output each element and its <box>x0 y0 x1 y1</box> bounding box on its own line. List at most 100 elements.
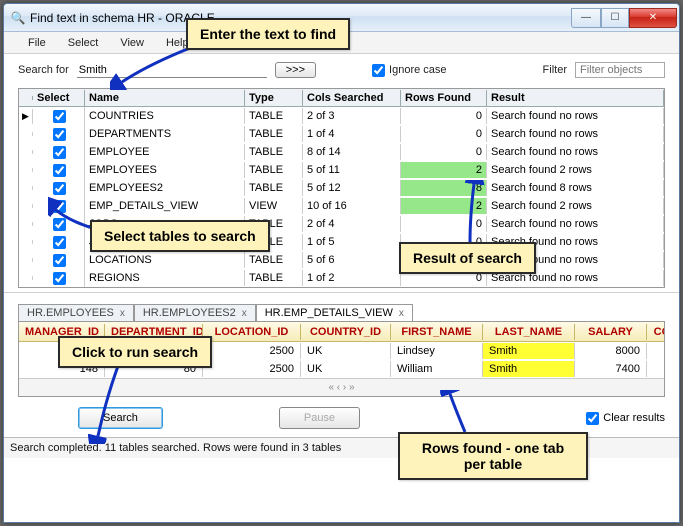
ignore-case-checkbox[interactable]: Ignore case <box>372 64 446 77</box>
row-select-checkbox[interactable] <box>53 272 66 285</box>
cell-cols: 5 of 6 <box>303 252 401 268</box>
clear-results-checkbox[interactable]: Clear results <box>586 412 665 425</box>
col-cols[interactable]: Cols Searched <box>303 90 401 106</box>
row-pointer <box>19 150 33 154</box>
col-name[interactable]: Name <box>85 90 245 106</box>
tab-close-icon[interactable]: x <box>399 308 404 319</box>
cell-firstname: Lindsey <box>391 343 483 359</box>
cell-com <box>647 367 665 371</box>
table-row[interactable]: EMP_DETAILS_VIEWVIEW10 of 162Search foun… <box>19 197 664 215</box>
row-pointer <box>19 168 33 172</box>
menu-file[interactable]: File <box>18 35 56 51</box>
rcol-firstname[interactable]: FIRST_NAME <box>391 324 483 340</box>
search-for-label: Search for <box>18 64 69 76</box>
table-row[interactable]: EMPLOYEES2TABLE5 of 128Search found 8 ro… <box>19 179 664 197</box>
ignore-case-input[interactable] <box>372 64 385 77</box>
clear-results-label: Clear results <box>603 412 665 424</box>
result-tab[interactable]: HR.EMPLOYEES2x <box>134 304 256 321</box>
minimize-button[interactable]: — <box>571 8 601 28</box>
cell-cols: 2 of 4 <box>303 216 401 232</box>
search-bar: Search for >>> Ignore case Filter <box>4 54 679 88</box>
row-select-checkbox[interactable] <box>53 164 66 177</box>
cell-firstname: William <box>391 361 483 377</box>
cell-rows: 0 <box>401 108 487 124</box>
cell-lastname: Smith <box>483 343 575 359</box>
cell-name: COUNTRIES <box>85 108 245 124</box>
table-row[interactable]: LOCATIONSTABLE5 of 60Search found no row… <box>19 251 664 269</box>
col-type[interactable]: Type <box>245 90 303 106</box>
cell-com <box>647 349 665 353</box>
tab-close-icon[interactable]: x <box>242 308 247 319</box>
row-pointer <box>19 132 33 136</box>
rcol-lastname[interactable]: LAST_NAME <box>483 324 575 340</box>
cell-rows: 2 <box>401 162 487 178</box>
row-pointer <box>19 276 33 280</box>
cell-type: VIEW <box>245 198 303 214</box>
table-row[interactable]: DEPARTMENTSTABLE1 of 40Search found no r… <box>19 125 664 143</box>
cell-cols: 5 of 12 <box>303 180 401 196</box>
cell-rows: 0 <box>401 126 487 142</box>
table-row[interactable]: EMPLOYEETABLE8 of 140Search found no row… <box>19 143 664 161</box>
cell-type: TABLE <box>245 270 303 286</box>
tables-grid: Select Name Type Cols Searched Rows Foun… <box>18 88 665 288</box>
row-select-checkbox[interactable] <box>53 146 66 159</box>
cell-name: REGIONS <box>85 270 245 286</box>
rcol-salary[interactable]: SALARY <box>575 324 647 340</box>
cell-type: TABLE <box>245 180 303 196</box>
arrow-icon <box>450 180 500 250</box>
table-row[interactable]: REGIONSTABLE1 of 20Search found no rows <box>19 269 664 287</box>
filter-input[interactable] <box>575 62 665 78</box>
tab-label: HR.EMPLOYEES <box>27 307 114 319</box>
row-select-checkbox[interactable] <box>53 128 66 141</box>
rcol-com[interactable]: COM <box>647 324 665 340</box>
tables-grid-body[interactable]: ▶COUNTRIESTABLE2 of 30Search found no ro… <box>19 107 664 287</box>
cell-country: UK <box>301 343 391 359</box>
callout-result: Result of search <box>399 242 536 274</box>
clear-results-input[interactable] <box>586 412 599 425</box>
rcol-country[interactable]: COUNTRY_ID <box>301 324 391 340</box>
table-row[interactable]: ▶COUNTRIESTABLE2 of 30Search found no ro… <box>19 107 664 125</box>
cell-type: TABLE <box>245 108 303 124</box>
cell-name: EMPLOYEE <box>85 144 245 160</box>
tables-grid-header: Select Name Type Cols Searched Rows Foun… <box>19 89 664 107</box>
rcol-location[interactable]: LOCATION_ID <box>203 324 301 340</box>
row-pointer <box>19 204 33 208</box>
cell-name: DEPARTMENTS <box>85 126 245 142</box>
col-rows[interactable]: Rows Found <box>401 90 487 106</box>
row-pointer: ▶ <box>19 109 33 124</box>
go-button[interactable]: >>> <box>275 62 316 78</box>
cell-salary: 8000 <box>575 343 647 359</box>
cell-type: TABLE <box>245 144 303 160</box>
row-pointer <box>19 186 33 190</box>
cell-type: TABLE <box>245 162 303 178</box>
cell-name: LOCATIONS <box>85 252 245 268</box>
tab-close-icon[interactable]: x <box>120 308 125 319</box>
ignore-case-label: Ignore case <box>389 64 446 76</box>
cell-cols: 1 of 4 <box>303 126 401 142</box>
cell-result: Search found no rows <box>487 108 664 124</box>
cell-result: Search found 2 rows <box>487 162 664 178</box>
row-select-checkbox[interactable] <box>53 236 66 249</box>
maximize-button[interactable]: ☐ <box>601 8 629 28</box>
cell-location: 2500 <box>203 361 301 377</box>
window-controls: — ☐ ✕ <box>571 8 677 28</box>
row-select-checkbox[interactable] <box>53 254 66 267</box>
filter-label: Filter <box>543 64 567 76</box>
cell-result: Search found 2 rows <box>487 198 664 214</box>
result-tabs: HR.EMPLOYEESxHR.EMPLOYEES2xHR.EMP_DETAIL… <box>18 304 665 321</box>
result-tab[interactable]: HR.EMP_DETAILS_VIEW x <box>256 304 413 321</box>
table-row[interactable]: EMPLOYEESTABLE5 of 112Search found 2 row… <box>19 161 664 179</box>
result-tab[interactable]: HR.EMPLOYEES x <box>18 304 134 321</box>
close-button[interactable]: ✕ <box>629 8 677 28</box>
pause-button[interactable]: Pause <box>279 407 360 429</box>
row-select-checkbox[interactable] <box>53 182 66 195</box>
row-select-checkbox[interactable] <box>53 110 66 123</box>
col-select[interactable]: Select <box>33 90 85 106</box>
col-result[interactable]: Result <box>487 90 664 106</box>
cell-rows: 0 <box>401 144 487 160</box>
cell-result: Search found no rows <box>487 126 664 142</box>
tab-label: HR.EMP_DETAILS_VIEW <box>265 307 393 319</box>
cell-type: TABLE <box>245 126 303 142</box>
cell-name: EMPLOYEES2 <box>85 180 245 196</box>
menu-select[interactable]: Select <box>58 35 109 51</box>
